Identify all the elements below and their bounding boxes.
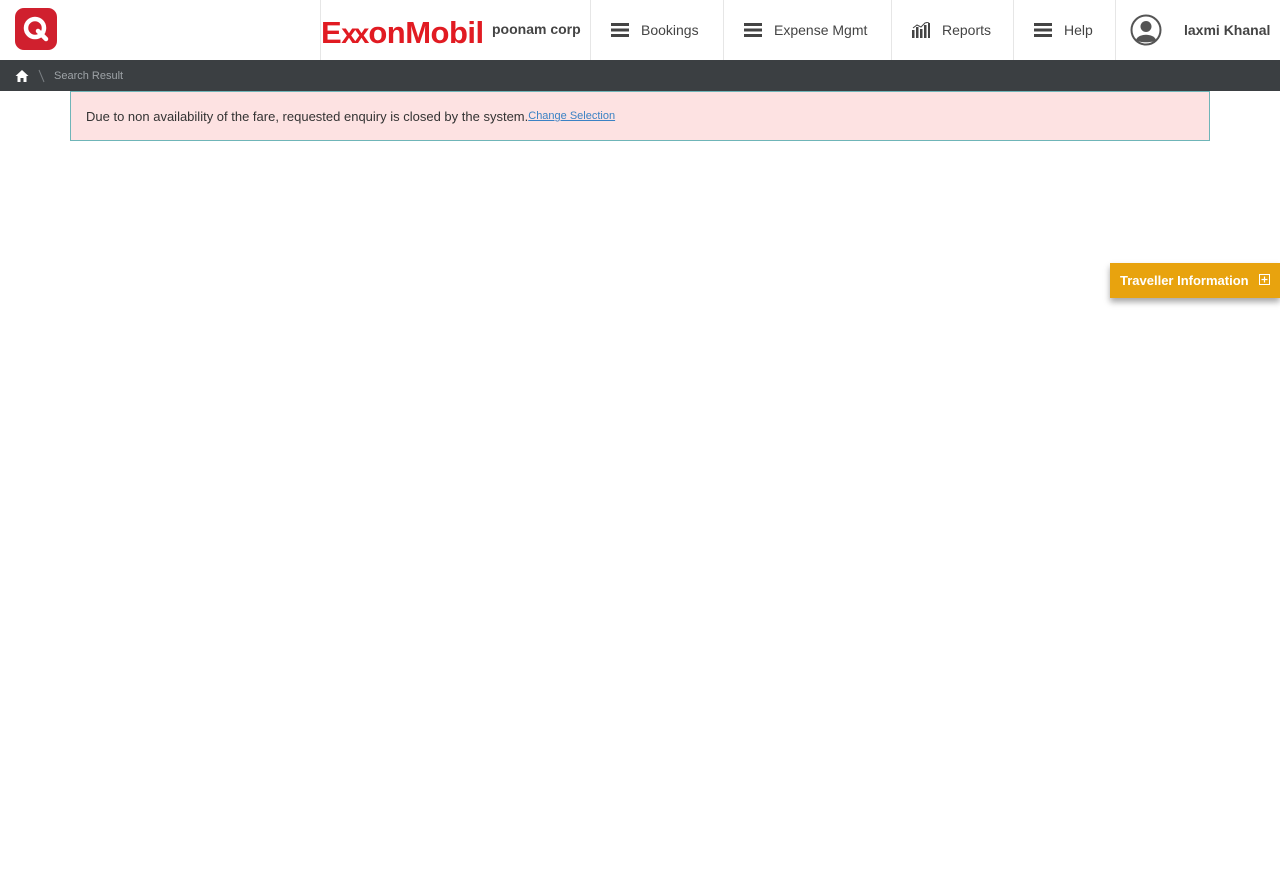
nav-help-label: Help <box>1064 22 1093 38</box>
nav-help[interactable]: Help <box>1013 0 1115 60</box>
nav-expense-label: Expense Mgmt <box>774 22 868 38</box>
top-navbar: E xx onMobil poonam corp Bookings Expens… <box>0 0 1280 60</box>
traveller-information-tab[interactable]: Traveller Information <box>1110 263 1280 298</box>
nav-bookings-label: Bookings <box>641 22 699 38</box>
exxonmobil-logo: E xx onMobil <box>321 17 484 48</box>
breadcrumb-current: Search Result <box>54 69 124 82</box>
nav-reports[interactable]: Reports <box>891 0 1013 60</box>
menu-icon <box>1034 23 1052 37</box>
bar-chart-icon <box>912 22 930 38</box>
nav-bookings[interactable]: Bookings <box>590 0 723 60</box>
logo-part-onmobil: onMobil <box>368 14 484 50</box>
error-alert: Due to non availability of the fare, req… <box>70 91 1210 141</box>
user-circle-icon <box>1130 14 1162 46</box>
brand-area: E xx onMobil poonam corp <box>320 0 590 60</box>
change-selection-link[interactable]: Change Selection <box>528 110 615 122</box>
nav-reports-label: Reports <box>942 22 992 38</box>
user-name: laxmi Khanal <box>1184 22 1271 38</box>
home-icon[interactable] <box>15 69 29 83</box>
logo-part-xx: xx <box>341 17 369 49</box>
q-logo-icon <box>23 16 49 42</box>
nav-expense-mgmt[interactable]: Expense Mgmt <box>723 0 891 60</box>
traveller-tab-label: Traveller Information <box>1120 273 1249 288</box>
menu-icon <box>744 23 762 37</box>
menu-icon <box>611 23 629 37</box>
plus-square-icon <box>1259 274 1270 285</box>
user-menu[interactable]: laxmi Khanal <box>1115 0 1280 60</box>
logo-part-e: E <box>321 14 342 50</box>
app-logo[interactable] <box>15 8 57 50</box>
corp-name: poonam corp <box>492 21 581 37</box>
breadcrumb: Search Result <box>0 60 1280 91</box>
breadcrumb-separator-icon <box>38 69 45 82</box>
alert-message: Due to non availability of the fare, req… <box>86 108 529 124</box>
